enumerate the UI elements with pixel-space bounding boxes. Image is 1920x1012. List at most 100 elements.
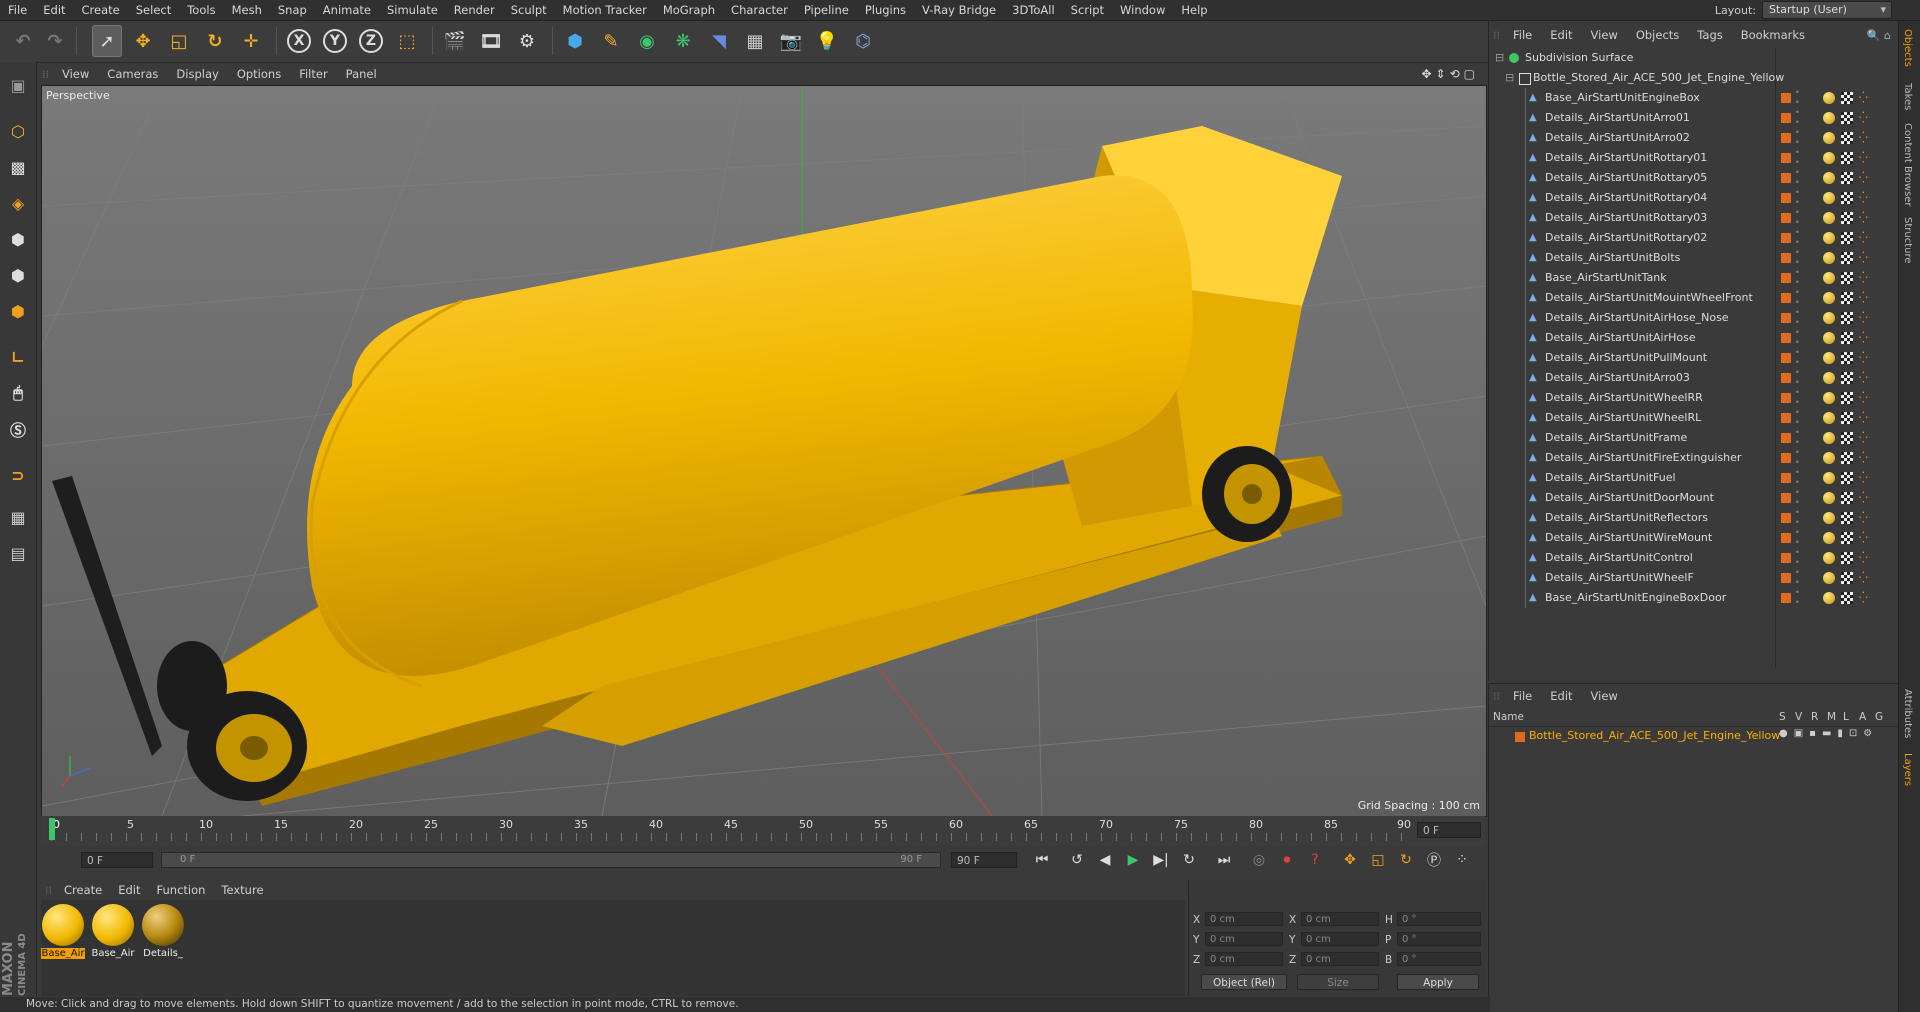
viewport-menu-options[interactable]: Options	[228, 67, 290, 81]
phong-tag-icon[interactable]: ⁛	[1859, 548, 1868, 568]
menu-window[interactable]: Window	[1112, 0, 1173, 20]
layer-color-icon[interactable]	[1781, 133, 1791, 143]
phong-tag-icon[interactable]: ⁛	[1859, 148, 1868, 168]
visibility-dots-icon[interactable]: • •	[1795, 568, 1800, 588]
position-z-field[interactable]: 0 cm	[1205, 952, 1283, 966]
phong-tag-icon[interactable]: ⁛	[1859, 468, 1868, 488]
visibility-dots-icon[interactable]: • •	[1795, 488, 1800, 508]
visibility-dots-icon[interactable]: • •	[1795, 448, 1800, 468]
phong-tag-icon[interactable]: ⁛	[1859, 588, 1868, 608]
tree-row-object[interactable]: ▲ Base_AirStartUnitTank • • ⁛	[1489, 268, 1899, 288]
uvw-tag-icon[interactable]	[1841, 572, 1853, 584]
material-tag-icon[interactable]	[1823, 352, 1835, 364]
layer-color-icon[interactable]	[1781, 313, 1791, 323]
phong-tag-icon[interactable]: ⁛	[1859, 168, 1868, 188]
material-tag-icon[interactable]	[1823, 292, 1835, 304]
size-z-field[interactable]: 0 cm	[1301, 952, 1379, 966]
layer-color-icon[interactable]	[1781, 393, 1791, 403]
layer-color-icon[interactable]	[1781, 193, 1791, 203]
layer-menu-file[interactable]: File	[1504, 689, 1541, 703]
visibility-dots-icon[interactable]: • •	[1795, 428, 1800, 448]
visibility-dots-icon[interactable]: • •	[1795, 328, 1800, 348]
rotation-p-field[interactable]: 0 °	[1397, 932, 1481, 946]
material-tag-icon[interactable]	[1823, 392, 1835, 404]
uvw-tag-icon[interactable]	[1841, 472, 1853, 484]
tree-row-object[interactable]: ▲ Details_AirStartUnitAirHose_Nose • • ⁛	[1489, 308, 1899, 328]
uvw-tag-icon[interactable]	[1841, 312, 1853, 324]
layer-color-icon[interactable]	[1781, 233, 1791, 243]
material-menu-texture[interactable]: Texture	[213, 883, 271, 897]
tree-row-object[interactable]: ▲ Details_AirStartUnitReflectors • • ⁛	[1489, 508, 1899, 528]
play-icon[interactable]: ▶	[1122, 850, 1144, 870]
layer-color-icon[interactable]	[1781, 273, 1791, 283]
menu-sculpt[interactable]: Sculpt	[503, 0, 555, 20]
playhead[interactable]	[49, 818, 55, 840]
material-tag-icon[interactable]	[1823, 432, 1835, 444]
side-tab-content-browser[interactable]: Content Browser	[1902, 123, 1913, 206]
next-key-icon[interactable]: ↻	[1178, 850, 1200, 870]
uvw-tag-icon[interactable]	[1841, 392, 1853, 404]
material-tag-icon[interactable]	[1823, 272, 1835, 284]
tree-row-object[interactable]: ▲ Details_AirStartUnitRottary01 • • ⁛	[1489, 148, 1899, 168]
tree-row-object[interactable]: ▲ Details_AirStartUnitFuel • • ⁛	[1489, 468, 1899, 488]
floor-icon[interactable]: ▦	[740, 25, 770, 57]
collapse-icon[interactable]: ⊟	[1495, 48, 1504, 68]
layer-row[interactable]: Bottle_Stored_Air_ACE_500_Jet_Engine_Yel…	[1489, 728, 1899, 746]
material-tag-icon[interactable]	[1823, 452, 1835, 464]
phong-tag-icon[interactable]: ⁛	[1859, 88, 1868, 108]
phong-tag-icon[interactable]: ⁛	[1859, 508, 1868, 528]
viewport-menu-display[interactable]: Display	[167, 67, 227, 81]
layer-color-icon[interactable]	[1781, 413, 1791, 423]
menu-3dtoall[interactable]: 3DToAll	[1004, 0, 1063, 20]
auto-key-icon[interactable]: ⏺	[1276, 850, 1298, 870]
keyframe-selection-icon[interactable]: ?	[1304, 850, 1326, 870]
scale-tool-icon[interactable]: ◱	[164, 25, 194, 57]
material-menu-create[interactable]: Create	[56, 883, 110, 897]
visibility-dots-icon[interactable]: • •	[1795, 388, 1800, 408]
object-menu-tags[interactable]: Tags	[1688, 28, 1731, 42]
material-tag-icon[interactable]	[1823, 412, 1835, 424]
start-frame-field[interactable]: 0 F	[81, 852, 153, 868]
layer-color-icon[interactable]	[1781, 93, 1791, 103]
layer-color-icon[interactable]	[1781, 293, 1791, 303]
uvw-tag-icon[interactable]	[1841, 432, 1853, 444]
menu-script[interactable]: Script	[1063, 0, 1112, 20]
collapse-icon[interactable]: ⊟	[1505, 68, 1514, 88]
phong-tag-icon[interactable]: ⁛	[1859, 248, 1868, 268]
material-swatch[interactable]: Base_Air	[41, 904, 85, 959]
layer-color-icon[interactable]	[1781, 353, 1791, 363]
menu-file[interactable]: File	[0, 0, 35, 20]
side-tab-structure[interactable]: Structure	[1902, 217, 1913, 264]
tree-row-object[interactable]: ▲ Details_AirStartUnitRottary03 • • ⁛	[1489, 208, 1899, 228]
layer-menu-view[interactable]: View	[1582, 689, 1627, 703]
visibility-dots-icon[interactable]: • •	[1795, 288, 1800, 308]
visibility-dots-icon[interactable]: • •	[1795, 528, 1800, 548]
magnet-icon[interactable]: ⊃	[3, 460, 33, 490]
phong-tag-icon[interactable]: ⁛	[1859, 348, 1868, 368]
phong-tag-icon[interactable]: ⁛	[1859, 228, 1868, 248]
material-tag-icon[interactable]	[1823, 92, 1835, 104]
menu-tools[interactable]: Tools	[179, 0, 223, 20]
layer-color-icon[interactable]	[1781, 113, 1791, 123]
visibility-dots-icon[interactable]: • •	[1795, 208, 1800, 228]
phong-tag-icon[interactable]: ⁛	[1859, 448, 1868, 468]
goto-end-icon[interactable]: ⏭	[1213, 850, 1235, 870]
layer-color-icon[interactable]	[1781, 453, 1791, 463]
phong-tag-icon[interactable]: ⁛	[1859, 388, 1868, 408]
uvw-tag-icon[interactable]	[1841, 592, 1853, 604]
layer-color-icon[interactable]	[1781, 253, 1791, 263]
uvw-tag-icon[interactable]	[1841, 492, 1853, 504]
workplane-mode-icon[interactable]: ◈	[3, 188, 33, 218]
coordinate-mode-dropdown[interactable]: Object (Rel)	[1201, 974, 1287, 990]
phong-tag-icon[interactable]: ⁛	[1859, 308, 1868, 328]
points-mode-icon[interactable]: ⬢	[3, 224, 33, 254]
size-y-field[interactable]: 0 cm	[1301, 932, 1379, 946]
tree-row-object[interactable]: ▲ Base_AirStartUnitEngineBoxDoor • • ⁛	[1489, 588, 1899, 608]
menu-simulate[interactable]: Simulate	[379, 0, 446, 20]
menu-motion-tracker[interactable]: Motion Tracker	[555, 0, 655, 20]
subdivision-surface-icon[interactable]: ◉	[632, 25, 662, 57]
x-axis-lock-icon[interactable]: X	[284, 25, 314, 57]
layer-color-icon[interactable]	[1781, 173, 1791, 183]
render-view-icon[interactable]: 🎬	[440, 25, 470, 57]
material-swatch[interactable]: Details_	[141, 904, 185, 959]
